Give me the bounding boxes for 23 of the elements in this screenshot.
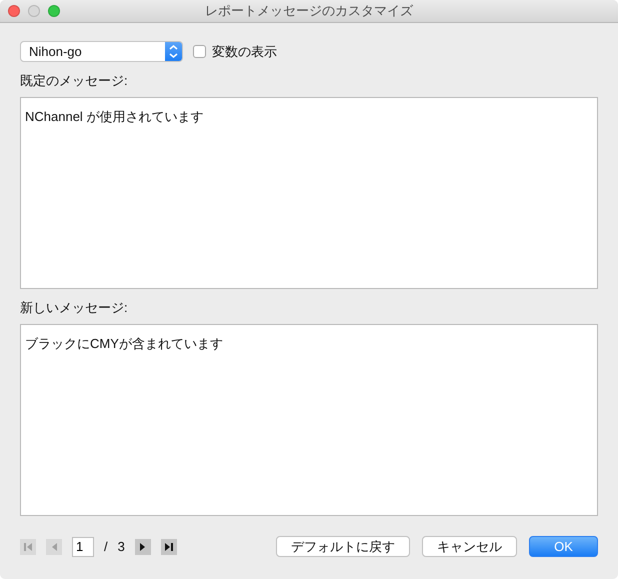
- last-page-button[interactable]: [160, 538, 177, 554]
- skip-first-icon: [23, 542, 33, 552]
- next-page-button[interactable]: [134, 538, 151, 554]
- page-total: 3: [118, 539, 125, 554]
- page-number-field[interactable]: 1: [72, 536, 94, 556]
- dialog-button[interactable]: キャンセル: [422, 536, 517, 557]
- triangle-right-icon: [138, 542, 147, 552]
- close-button[interactable]: [8, 5, 20, 17]
- checkbox[interactable]: [193, 45, 206, 58]
- dialog-button[interactable]: デフォルトに戻す: [276, 536, 410, 557]
- minimize-button[interactable]: [28, 5, 40, 17]
- stepper-icon: [165, 42, 182, 61]
- language-dropdown[interactable]: Nihon-go: [20, 41, 183, 62]
- zoom-button[interactable]: [48, 5, 60, 17]
- default-message-field[interactable]: NChannel が使用されています: [20, 97, 598, 289]
- field-label: 新しいメッセージ:: [20, 299, 128, 317]
- new-message-field[interactable]: ブラックにCMYが含まれています: [20, 324, 598, 516]
- checkbox-label: 変数の表示: [212, 42, 277, 60]
- triangle-left-icon: [50, 542, 58, 552]
- window-title: レポートメッセージのカスタマイズ: [205, 2, 413, 20]
- page-separator: /: [104, 539, 108, 554]
- field-label: 既定のメッセージ:: [20, 72, 128, 90]
- skip-last-icon: [164, 542, 174, 552]
